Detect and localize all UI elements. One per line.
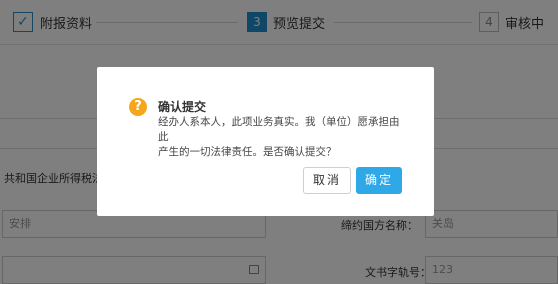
dialog-message-line-1: 经办人系本人，此项业务真实。我（单位）愿承担由此 [158,116,400,143]
cancel-button[interactable]: 取消 [303,167,351,194]
question-icon: ? [129,98,147,116]
dialog-message-line-2: 产生的一切法律责任。是否确认提交？ [158,146,337,158]
page: ✓ 附报资料 3 预览提交 4 审核中 共和国企业所得税法》 安排 缔约国方名称… [0,0,558,284]
dialog-title: 确认提交 [158,100,207,114]
confirm-submit-dialog: ? 确认提交 经办人系本人，此项业务真实。我（单位）愿承担由此 产生的一切法律责… [97,67,434,216]
dialog-message: 经办人系本人，此项业务真实。我（单位）愿承担由此 产生的一切法律责任。是否确认提… [158,115,408,160]
confirm-button[interactable]: 确定 [356,167,402,194]
